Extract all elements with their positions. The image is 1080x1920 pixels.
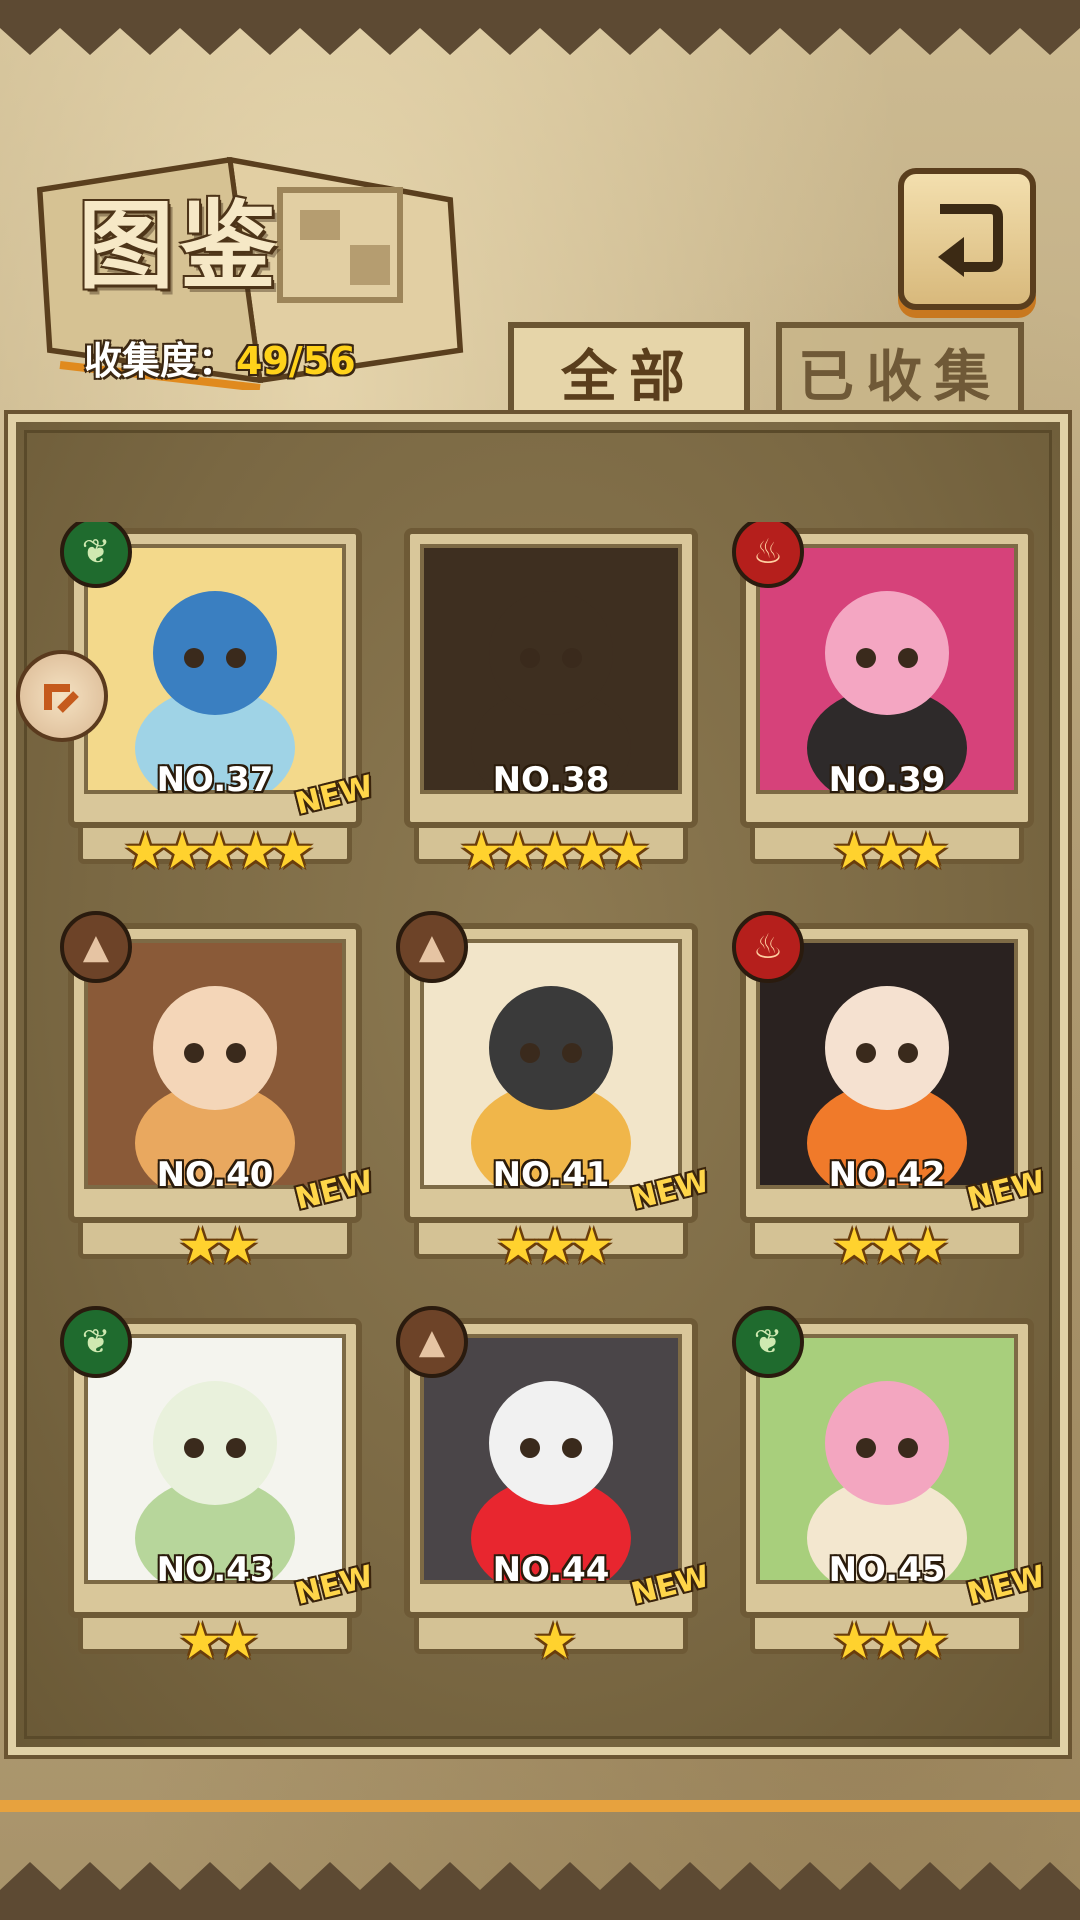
card-pedestal: [750, 1594, 1024, 1654]
character-portrait: [84, 544, 346, 794]
page-title: 图鉴: [78, 189, 282, 302]
character-portrait: [84, 1334, 346, 1584]
card-frame: [404, 1318, 698, 1618]
card-frame: [404, 528, 698, 828]
star-rating: ★★: [178, 1217, 260, 1275]
star-rating: ★★★★★: [458, 822, 651, 880]
character-card[interactable]: NO.40 NEW ★★ ▲: [56, 911, 378, 1297]
element-earth-icon: ▲: [396, 911, 468, 983]
return-arrow-icon: [938, 204, 1003, 277]
card-pedestal: [414, 804, 688, 864]
character-card[interactable]: NO.38 ★★★★★: [392, 522, 710, 902]
card-number: NO.42: [828, 1155, 946, 1195]
card-frame: [740, 1318, 1034, 1618]
star-rating: ★★★: [831, 822, 950, 880]
character-portrait: [756, 939, 1018, 1189]
tab-all[interactable]: 全部: [508, 322, 750, 422]
card-frame: [740, 923, 1034, 1223]
star-rating: ★★★: [831, 1612, 950, 1670]
character-portrait: [420, 939, 682, 1189]
top-zigzag-border: [0, 0, 1080, 55]
card-number: NO.41: [492, 1155, 610, 1195]
collection-progress: 收集度：49/56: [84, 330, 356, 385]
character-card[interactable]: NO.43 NEW ★★ ❦: [56, 1306, 378, 1682]
character-card[interactable]: NO.41 NEW ★★★ ▲: [392, 911, 714, 1297]
collection-value: 49/56: [236, 339, 356, 383]
character-portrait: [756, 1334, 1018, 1584]
new-badge: NEW: [964, 1163, 1050, 1218]
character-portrait: [756, 544, 1018, 794]
tab-collected-label: 已收集: [798, 344, 1002, 410]
card-number: NO.40: [156, 1155, 274, 1195]
element-leaf-icon: ❦: [60, 522, 132, 588]
element-leaf-icon: ❦: [732, 1306, 804, 1378]
card-pedestal: [750, 1199, 1024, 1259]
back-button[interactable]: [898, 168, 1036, 310]
character-portrait: [420, 1334, 682, 1584]
new-badge: NEW: [628, 1163, 714, 1218]
arrow-icon: [44, 684, 79, 713]
character-card[interactable]: NO.45 NEW ★★★ ❦: [728, 1306, 1050, 1682]
card-frame: [68, 1318, 362, 1618]
element-fire-icon: ♨: [732, 911, 804, 983]
character-portrait: [420, 544, 682, 794]
new-badge: NEW: [292, 1558, 378, 1613]
star-rating: ★: [532, 1612, 578, 1670]
new-badge: NEW: [628, 1558, 714, 1613]
card-pedestal: [414, 1199, 688, 1259]
card-grid[interactable]: NO.37 NEW ★★★★★ ❦ NO.38 ★★★★★ NO.39 ★★★ ♨ NO.40 NE…: [56, 522, 1056, 1682]
card-number: NO.45: [828, 1550, 946, 1590]
card-frame: [404, 923, 698, 1223]
card-pedestal: [750, 804, 1024, 864]
star-rating: ★★★★★: [122, 822, 315, 880]
star-rating: ★★: [178, 1612, 260, 1670]
card-number: NO.38: [492, 760, 610, 800]
character-card[interactable]: NO.39 ★★★ ♨: [728, 522, 1046, 902]
element-earth-icon: ▲: [60, 911, 132, 983]
card-number: NO.37: [156, 760, 274, 800]
card-pedestal: [78, 804, 352, 864]
side-arrow-button[interactable]: [16, 650, 108, 742]
card-frame: [740, 528, 1034, 828]
bottom-zigzag-border: [0, 1800, 1080, 1920]
card-number: NO.39: [828, 760, 946, 800]
new-badge: NEW: [292, 768, 378, 823]
star-rating: ★★★: [831, 1217, 950, 1275]
card-pedestal: [78, 1199, 352, 1259]
character-portrait: [84, 939, 346, 1189]
element-leaf-icon: ❦: [60, 1306, 132, 1378]
card-number: NO.44: [492, 1550, 610, 1590]
card-pedestal: [414, 1594, 688, 1654]
character-card[interactable]: NO.42 NEW ★★★ ♨: [728, 911, 1050, 1297]
card-frame: [68, 528, 362, 828]
card-frame: [68, 923, 362, 1223]
star-rating: ★★★: [495, 1217, 614, 1275]
element-earth-icon: ▲: [396, 1306, 468, 1378]
collection-label: 收集度：: [84, 339, 237, 383]
new-badge: NEW: [964, 1558, 1050, 1613]
tab-collected[interactable]: 已收集: [776, 322, 1024, 422]
character-card[interactable]: NO.44 NEW ★ ▲: [392, 1306, 714, 1682]
card-pedestal: [78, 1594, 352, 1654]
tab-all-label: 全部: [561, 344, 697, 410]
element-fire-icon: ♨: [732, 522, 804, 588]
new-badge: NEW: [292, 1163, 378, 1218]
card-list-panel: NO.37 NEW ★★★★★ ❦ NO.38 ★★★★★ NO.39 ★★★ ♨ NO.40 NE…: [4, 410, 1072, 1759]
card-number: NO.43: [156, 1550, 274, 1590]
